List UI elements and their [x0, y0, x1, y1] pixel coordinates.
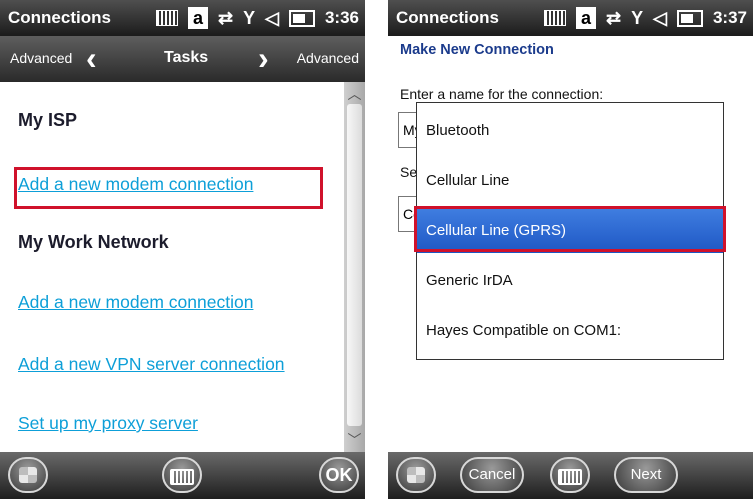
start-button[interactable]: [396, 457, 436, 493]
dropdown-option-hayes-com1[interactable]: Hayes Compatible on COM1:: [417, 309, 723, 353]
next-button[interactable]: Next: [614, 457, 678, 493]
app-title[interactable]: Connections: [396, 8, 499, 28]
dropdown-option-bluetooth[interactable]: Bluetooth: [417, 109, 723, 153]
status-bar: Connections a ⇄ Y ◁ 3:37: [388, 0, 753, 36]
battery-icon[interactable]: [676, 9, 703, 27]
keyboard-button[interactable]: [550, 457, 590, 493]
bottom-bar: OK: [0, 452, 365, 499]
chevron-right-icon[interactable]: ›: [258, 40, 269, 76]
link-isp-add-modem[interactable]: Add a new modem connection: [18, 174, 253, 195]
keyboard-icon: [558, 469, 582, 485]
signal-strength-icon: [544, 10, 567, 26]
section-heading-my-isp: My ISP: [18, 110, 78, 130]
input-mode-icon: a: [576, 7, 597, 29]
status-bar: Connections a ⇄ Y ◁ 3:36: [0, 0, 365, 36]
link-work-add-vpn[interactable]: Add a new VPN server connection: [18, 354, 285, 375]
tab-advanced-left[interactable]: Advanced: [10, 50, 72, 66]
battery-icon[interactable]: [288, 9, 315, 27]
left-screen: Connections a ⇄ Y ◁ 3:36 Advanced ‹ Task…: [0, 0, 365, 499]
antenna-icon[interactable]: Y: [243, 8, 255, 29]
name-prompt-label: Enter a name for the connection:: [400, 86, 604, 102]
antenna-icon[interactable]: Y: [631, 8, 643, 29]
ok-button[interactable]: OK: [319, 457, 359, 493]
sync-icon[interactable]: ⇄: [606, 8, 621, 29]
volume-icon[interactable]: ◁: [653, 8, 667, 29]
keyboard-button[interactable]: [162, 457, 202, 493]
dropdown-option-cellular-line[interactable]: Cellular Line: [417, 159, 723, 203]
section-heading-my-work-network: My Work Network: [18, 232, 169, 252]
scroll-down-icon[interactable]: ﹀: [344, 430, 365, 450]
input-mode-icon: a: [188, 7, 209, 29]
right-screen: Connections a ⇄ Y ◁ 3:37 Make New Connec…: [388, 0, 753, 499]
link-work-proxy[interactable]: Set up my proxy server: [18, 413, 198, 434]
signal-strength-icon: [156, 10, 179, 26]
keyboard-icon: [170, 469, 194, 485]
windows-icon: [407, 467, 425, 483]
clock[interactable]: 3:37: [713, 8, 747, 28]
chevron-left-icon[interactable]: ‹: [86, 40, 97, 76]
link-work-add-modem[interactable]: Add a new modem connection: [18, 292, 253, 313]
tab-tasks[interactable]: Tasks: [164, 49, 208, 67]
bottom-bar: Cancel Next: [388, 452, 753, 499]
tab-advanced-right[interactable]: Advanced: [297, 50, 359, 66]
clock[interactable]: 3:36: [325, 8, 359, 28]
tasks-list: My ISP Add a new modem connection My Wor…: [0, 82, 342, 452]
scrollbar[interactable]: ︿ ﹀: [344, 82, 365, 452]
scroll-up-icon[interactable]: ︿: [344, 84, 365, 104]
highlight-box: [414, 206, 726, 252]
volume-icon[interactable]: ◁: [265, 8, 279, 29]
windows-icon: [19, 467, 37, 483]
app-title[interactable]: Connections: [8, 8, 111, 28]
page-subheader: Make New Connection: [388, 36, 753, 66]
cancel-button[interactable]: Cancel: [460, 457, 524, 493]
tab-bar: Advanced ‹ Tasks › Advanced: [0, 36, 365, 82]
dropdown-option-generic-irda[interactable]: Generic IrDA: [417, 259, 723, 303]
sync-icon[interactable]: ⇄: [218, 8, 233, 29]
start-button[interactable]: [8, 457, 48, 493]
page-title: Make New Connection: [400, 42, 554, 58]
scroll-thumb[interactable]: [347, 104, 362, 426]
